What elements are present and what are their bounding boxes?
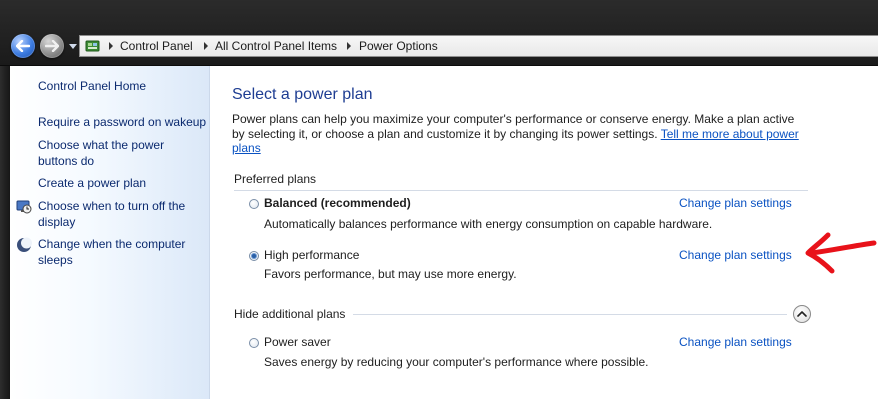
plan-name-high-performance[interactable]: High performance [264,248,359,262]
back-arrow-icon [16,40,30,52]
section-divider [234,190,808,191]
change-plan-settings-high-performance[interactable]: Change plan settings [679,248,792,262]
forward-arrow-icon [45,40,59,52]
collapse-plans-button[interactable] [793,305,811,323]
content-pane: Select a power plan Power plans can help… [210,66,878,399]
window-chrome: Control Panel All Control Panel Items Po… [0,0,878,66]
breadcrumb-power-options[interactable]: Power Options [359,39,438,53]
preferred-plans-label: Preferred plans [234,172,317,186]
hide-additional-plans-label[interactable]: Hide additional plans [234,307,345,321]
nav-power-buttons[interactable]: Choose what the power buttons do [38,138,178,169]
address-bar[interactable]: Control Panel All Control Panel Items Po… [79,35,878,57]
radio-balanced[interactable] [249,199,259,209]
radio-power-saver[interactable] [249,338,259,348]
change-plan-settings-balanced[interactable]: Change plan settings [679,196,792,210]
window-left-border [0,66,10,399]
annotation-arrow-icon [805,232,877,274]
page-title: Select a power plan [232,86,373,103]
nav-require-password[interactable]: Require a password on wakeup [38,115,208,131]
monitor-clock-icon [16,200,32,214]
navigation-pane: Control Panel Home Require a password on… [10,66,210,399]
plan-desc-balanced: Automatically balances performance with … [264,217,713,231]
breadcrumb-separator-icon[interactable] [345,40,353,52]
radio-high-performance[interactable] [249,251,259,261]
breadcrumb-separator-icon[interactable] [107,40,115,52]
moon-icon [17,237,32,252]
plan-name-power-saver[interactable]: Power saver [264,335,331,349]
back-button[interactable] [11,34,35,58]
nav-control-panel-home[interactable]: Control Panel Home [38,79,208,95]
change-plan-settings-power-saver[interactable]: Change plan settings [679,335,792,349]
breadcrumb-separator-icon[interactable] [202,40,210,52]
breadcrumb-control-panel[interactable]: Control Panel [120,39,193,53]
chevron-up-icon [797,311,807,317]
plan-name-balanced[interactable]: Balanced (recommended) [264,196,411,210]
control-panel-icon [85,40,100,52]
section-divider [353,314,787,315]
breadcrumb-all-items[interactable]: All Control Panel Items [215,39,337,53]
intro-paragraph: Power plans can help you maximize your c… [232,112,802,156]
nav-computer-sleeps[interactable]: Change when the computer sleeps [38,237,198,268]
plan-desc-power-saver: Saves energy by reducing your computer's… [264,355,649,369]
nav-create-plan[interactable]: Create a power plan [38,176,208,192]
recent-pages-dropdown-icon[interactable] [69,42,77,50]
nav-turn-off-display[interactable]: Choose when to turn off the display [38,199,198,230]
forward-button[interactable] [40,34,64,58]
plan-desc-high-performance: Favors performance, but may use more ene… [264,267,517,281]
